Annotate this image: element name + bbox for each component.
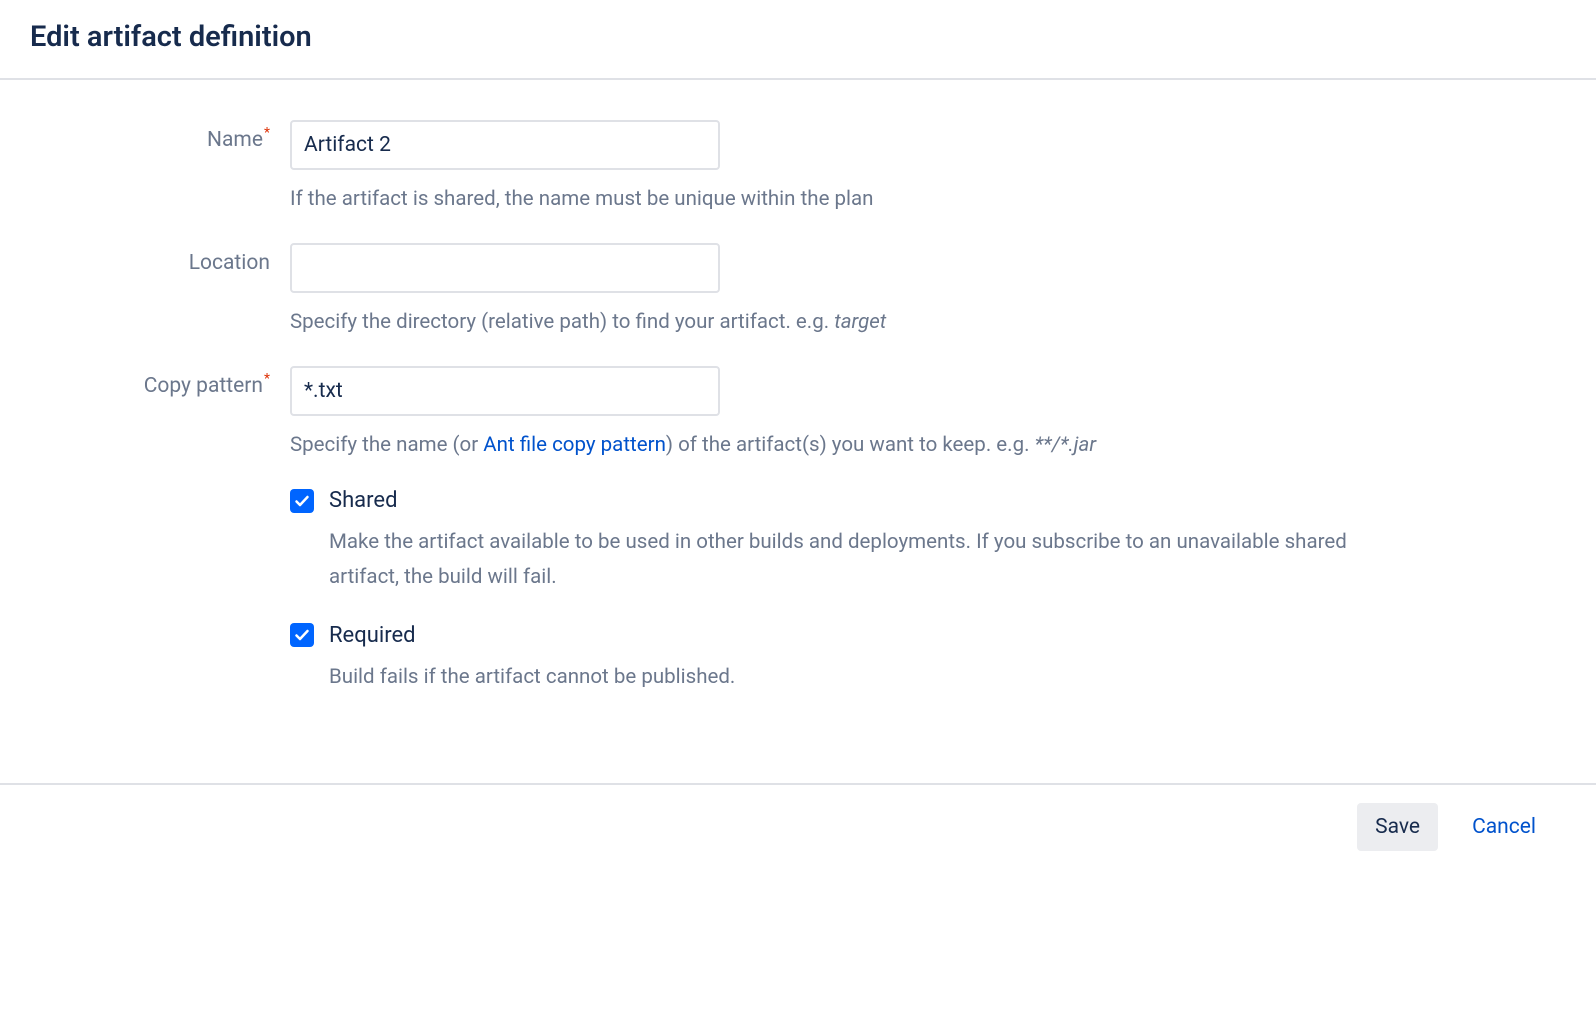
- name-input[interactable]: [290, 120, 720, 170]
- helper-row-shared: Make the artifact available to be used i…: [30, 525, 1566, 595]
- row-required: Required: [30, 623, 1566, 648]
- shared-checkbox-container: Shared: [290, 488, 1390, 513]
- label-name: Name: [207, 128, 263, 152]
- helper-row-copy-pattern: Specify the name (or Ant file copy patte…: [30, 424, 1566, 461]
- helper-location-prefix: Specify the directory (relative path) to…: [290, 310, 834, 334]
- input-col-location: [290, 243, 1390, 293]
- dialog-footer: Save Cancel: [0, 783, 1596, 861]
- helper-name: If the artifact is shared, the name must…: [290, 178, 1390, 215]
- label-location: Location: [189, 251, 270, 275]
- helper-row-location: Specify the directory (relative path) to…: [30, 301, 1566, 338]
- shared-label: Shared: [329, 488, 397, 513]
- label-name-col: Name*: [30, 120, 290, 152]
- cancel-button[interactable]: Cancel: [1454, 803, 1554, 851]
- helper-copy-pattern-prefix: Specify the name (or: [290, 433, 483, 457]
- helper-row-required: Build fails if the artifact cannot be pu…: [30, 660, 1566, 695]
- helper-copy-pattern: Specify the name (or Ant file copy patte…: [290, 424, 1390, 461]
- helper-copy-pattern-eg: **/*.jar: [1035, 433, 1096, 457]
- required-label: Required: [329, 623, 416, 648]
- label-location-col: Location: [30, 243, 290, 275]
- row-copy-pattern: Copy pattern*: [30, 366, 1566, 416]
- helper-shared: Make the artifact available to be used i…: [290, 525, 1390, 595]
- helper-row-name: If the artifact is shared, the name must…: [30, 178, 1566, 215]
- required-asterisk-icon: *: [264, 371, 270, 387]
- helper-required: Build fails if the artifact cannot be pu…: [290, 660, 1390, 695]
- input-col-name: [290, 120, 1390, 170]
- shared-checkbox[interactable]: [290, 489, 314, 513]
- row-shared: Shared: [30, 488, 1566, 513]
- required-checkbox-container: Required: [290, 623, 1390, 648]
- row-name: Name*: [30, 120, 1566, 170]
- helper-location: Specify the directory (relative path) to…: [290, 301, 1390, 338]
- input-col-copy-pattern: [290, 366, 1390, 416]
- dialog-header: Edit artifact definition: [0, 0, 1596, 80]
- label-copy-pattern-col: Copy pattern*: [30, 366, 290, 398]
- save-button[interactable]: Save: [1357, 803, 1438, 851]
- row-location: Location: [30, 243, 1566, 293]
- dialog-title: Edit artifact definition: [30, 20, 1566, 54]
- check-icon: [294, 493, 310, 509]
- ant-pattern-link[interactable]: Ant file copy pattern: [483, 433, 666, 457]
- required-asterisk-icon: *: [264, 125, 270, 141]
- copy-pattern-input[interactable]: [290, 366, 720, 416]
- required-checkbox[interactable]: [290, 623, 314, 647]
- check-icon: [294, 627, 310, 643]
- helper-location-eg: target: [834, 310, 886, 334]
- helper-copy-pattern-mid: ) of the artifact(s) you want to keep. e…: [666, 433, 1035, 457]
- location-input[interactable]: [290, 243, 720, 293]
- form-body: Name* If the artifact is shared, the nam…: [0, 80, 1596, 783]
- label-copy-pattern: Copy pattern: [144, 374, 263, 398]
